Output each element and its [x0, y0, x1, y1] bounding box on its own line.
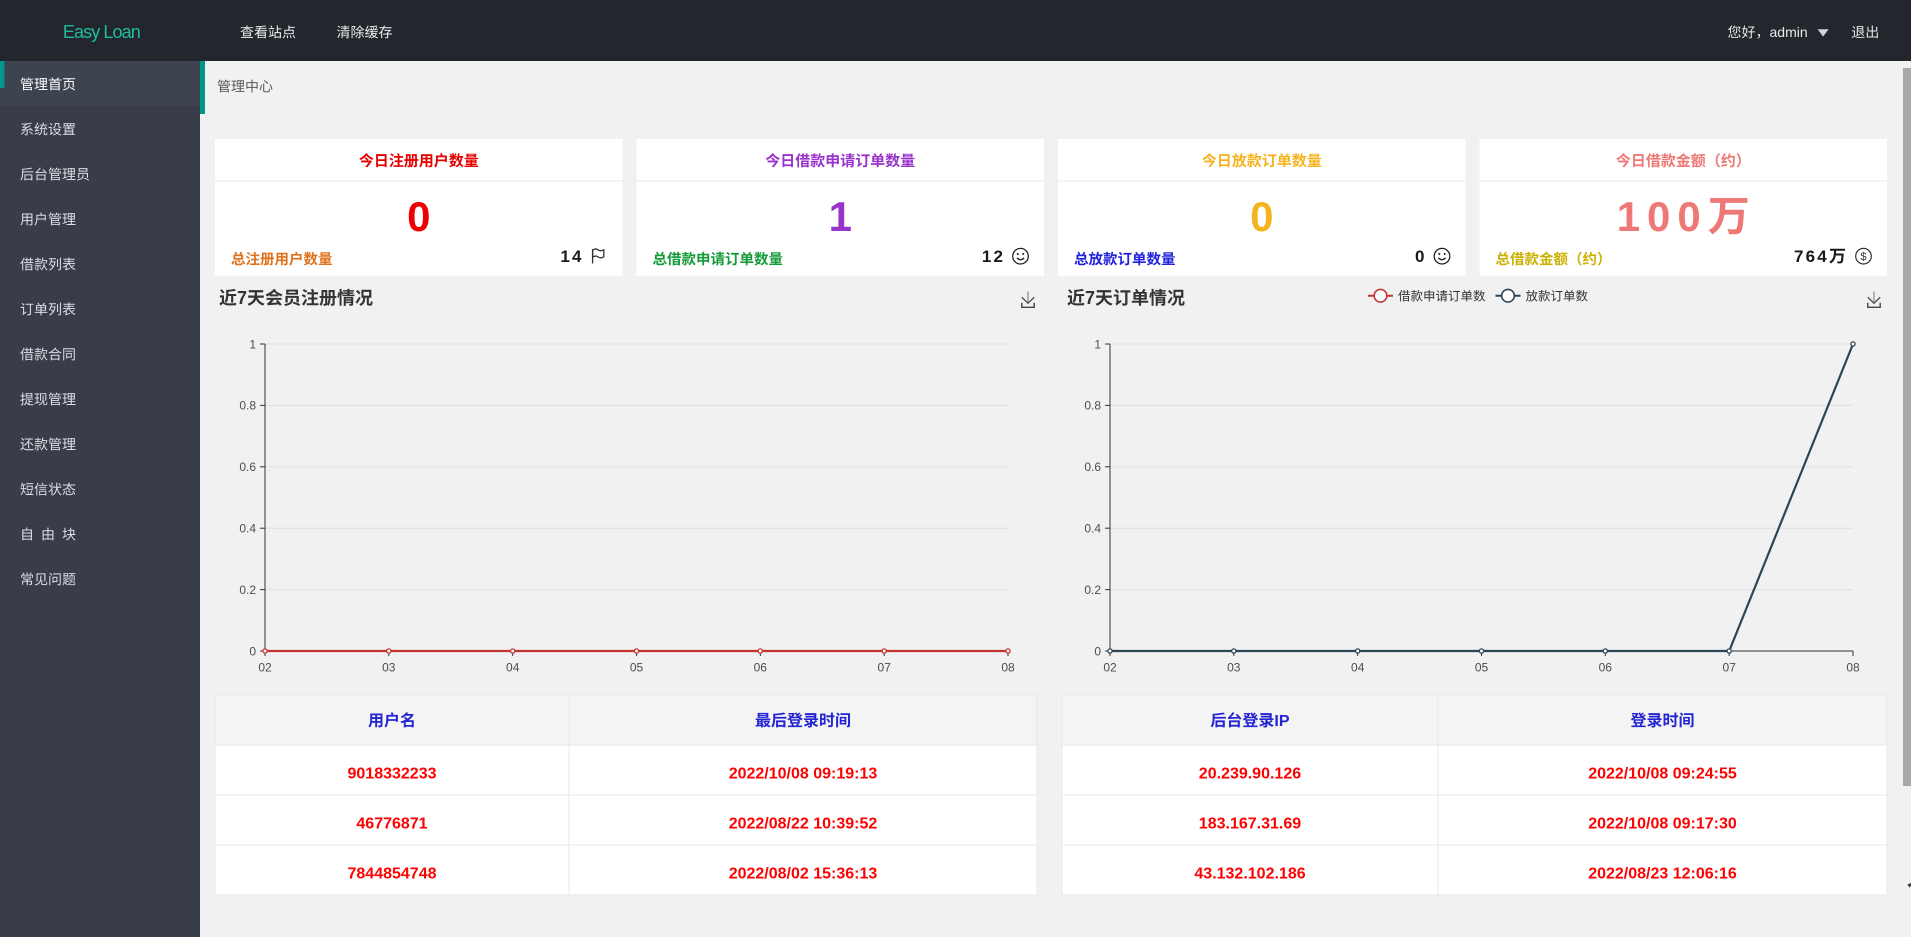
- svg-text:07: 07: [1723, 661, 1737, 675]
- svg-text:admin: admin: [1770, 24, 1808, 40]
- svg-text:0.8: 0.8: [239, 399, 256, 413]
- svg-text:$: $: [1860, 251, 1866, 263]
- svg-text:0.6: 0.6: [1084, 460, 1101, 474]
- svg-text:43.132.102.186: 43.132.102.186: [1194, 866, 1305, 883]
- svg-text:1: 1: [829, 193, 852, 240]
- svg-text:764: 764: [1794, 247, 1829, 266]
- svg-text:02: 02: [258, 661, 272, 675]
- svg-text:04: 04: [506, 661, 520, 675]
- svg-text:100: 100: [1617, 193, 1708, 240]
- svg-text:06: 06: [754, 661, 768, 675]
- svg-text:2022/10/08 09:24:55: 2022/10/08 09:24:55: [1588, 766, 1737, 783]
- svg-text:04: 04: [1351, 661, 1365, 675]
- svg-text:0.4: 0.4: [1084, 522, 1101, 536]
- svg-text:1: 1: [1094, 337, 1101, 351]
- svg-text:0.4: 0.4: [239, 522, 256, 536]
- svg-text:05: 05: [1475, 661, 1489, 675]
- svg-text:08: 08: [1001, 661, 1015, 675]
- svg-text:05: 05: [630, 661, 644, 675]
- svg-text:03: 03: [382, 661, 396, 675]
- svg-text:46776871: 46776871: [356, 816, 427, 833]
- svg-text:7844854748: 7844854748: [348, 866, 437, 883]
- svg-text:0: 0: [1094, 644, 1101, 658]
- svg-text:0.2: 0.2: [1084, 583, 1101, 597]
- svg-text:Easy Loan: Easy Loan: [63, 22, 140, 42]
- svg-text:0: 0: [407, 193, 430, 240]
- svg-text:0: 0: [249, 644, 256, 658]
- svg-text:0.8: 0.8: [1084, 399, 1101, 413]
- svg-text:0: 0: [1250, 193, 1273, 240]
- svg-text:183.167.31.69: 183.167.31.69: [1199, 816, 1301, 833]
- svg-text:08: 08: [1846, 661, 1860, 675]
- svg-text:0: 0: [1415, 247, 1424, 266]
- svg-text:IP: IP: [1274, 713, 1289, 730]
- svg-text:07: 07: [878, 661, 892, 675]
- svg-text:02: 02: [1103, 661, 1117, 675]
- svg-text:9018332233: 9018332233: [348, 766, 437, 783]
- svg-text:0.2: 0.2: [239, 583, 256, 597]
- svg-text:2022/08/22 10:39:52: 2022/08/22 10:39:52: [729, 816, 878, 833]
- svg-text:7: 7: [1085, 288, 1095, 308]
- svg-text:7: 7: [237, 288, 247, 308]
- svg-text:20.239.90.126: 20.239.90.126: [1199, 766, 1301, 783]
- svg-text:2022/10/08 09:17:30: 2022/10/08 09:17:30: [1588, 816, 1737, 833]
- svg-text:14: 14: [560, 247, 583, 266]
- svg-text:12: 12: [982, 247, 1005, 266]
- svg-text:06: 06: [1599, 661, 1613, 675]
- svg-text:1: 1: [249, 337, 256, 351]
- svg-text:2022/08/23 12:06:16: 2022/08/23 12:06:16: [1588, 866, 1737, 883]
- svg-text:0.6: 0.6: [239, 460, 256, 474]
- svg-text:03: 03: [1227, 661, 1241, 675]
- svg-text:2022/10/08 09:19:13: 2022/10/08 09:19:13: [729, 766, 878, 783]
- svg-text:2022/08/02 15:36:13: 2022/08/02 15:36:13: [729, 866, 878, 883]
